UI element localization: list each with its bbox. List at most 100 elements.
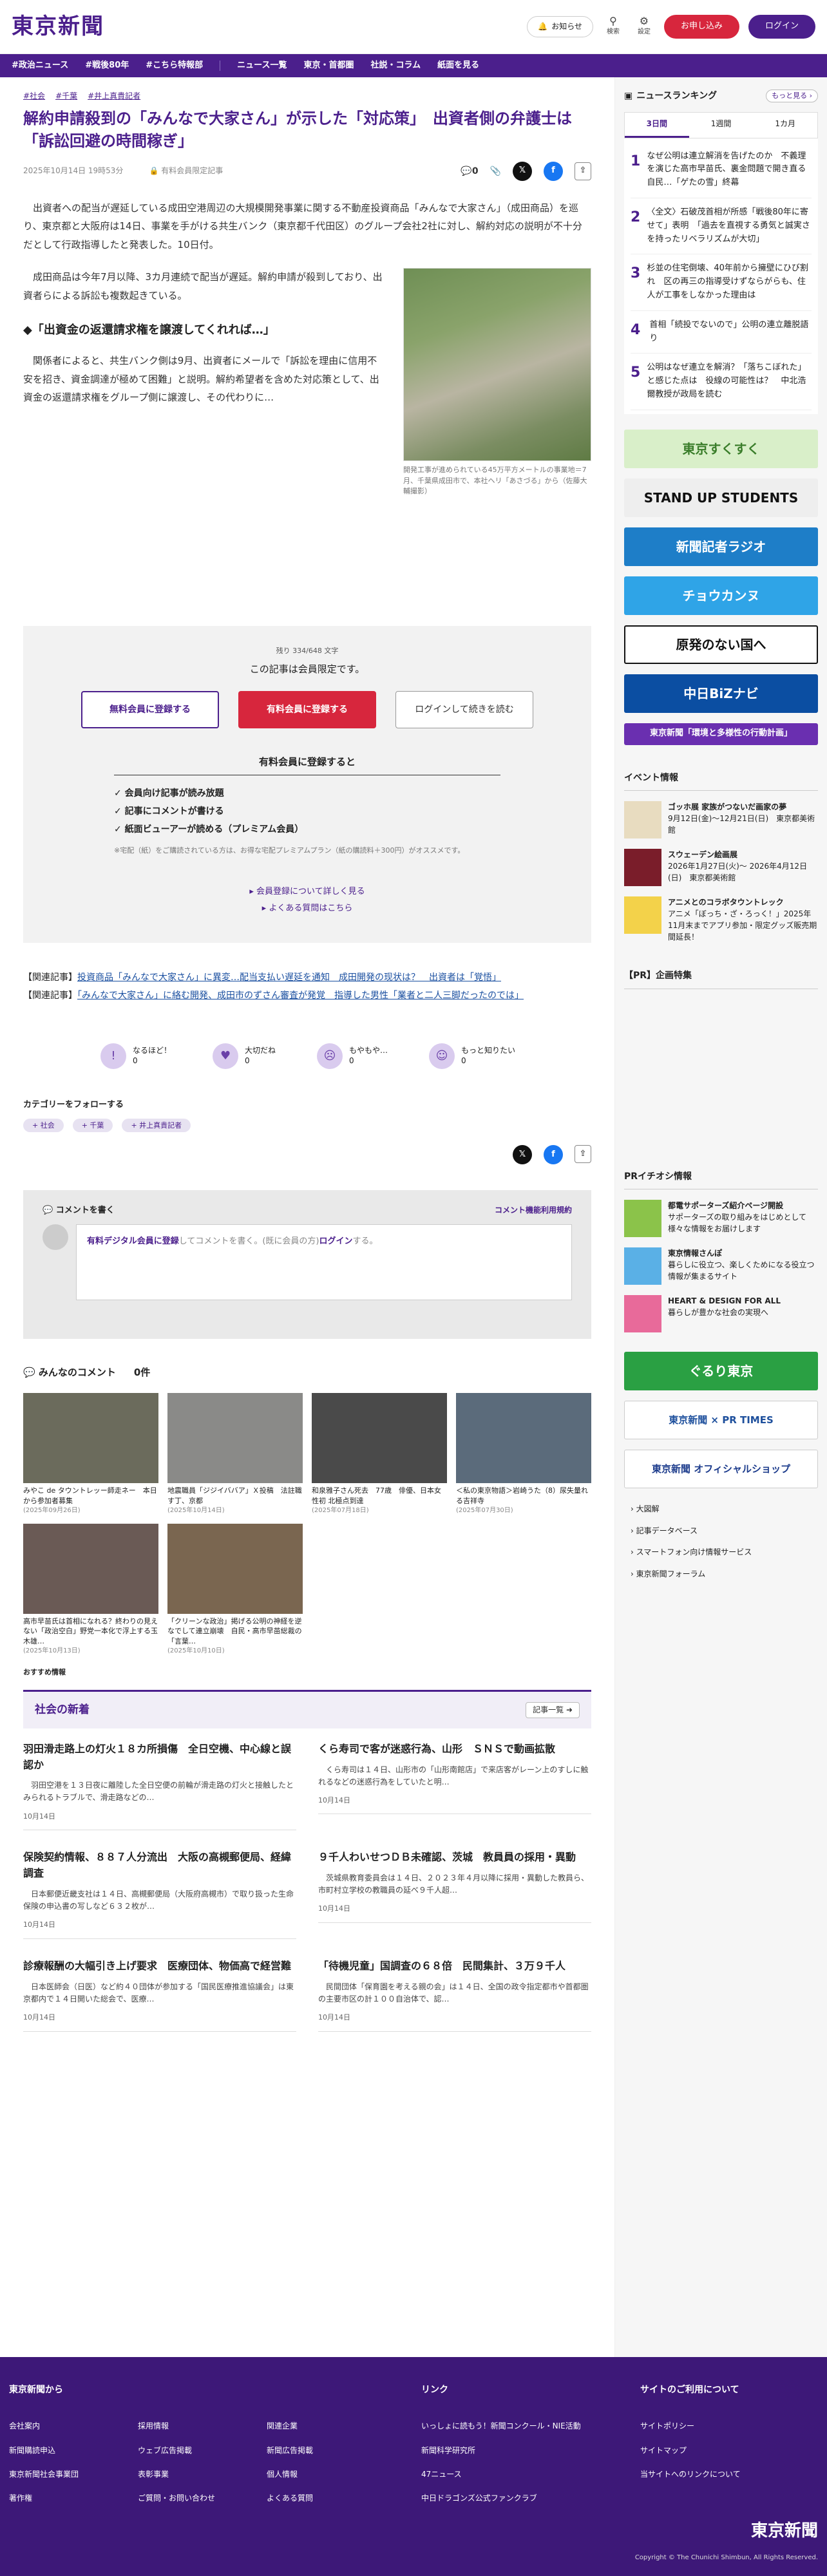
footer-link[interactable]: ウェブ広告掲載 — [138, 2445, 228, 2457]
news-more-button[interactable]: 記事一覧 ➜ — [526, 1701, 580, 1718]
footer-link[interactable]: 個人情報 — [267, 2468, 357, 2481]
nav-item[interactable]: #こちら特報部 — [146, 59, 203, 73]
banner-sukusuku[interactable]: 東京すくすく — [624, 429, 818, 468]
footer-logo[interactable]: 東京新聞 — [751, 2518, 818, 2545]
footer-link[interactable]: サイトポリシー — [640, 2420, 741, 2432]
ranking-item[interactable]: 2 〈全文〉石破茂首相が所感「戦後80年に寄せて」表明 「過去を直視する勇気と誠実… — [631, 198, 812, 255]
reaction-button[interactable]: ♥ 大切だね 0 — [213, 1043, 276, 1069]
sidebar-link[interactable]: › 東京新聞フォーラム — [631, 1564, 818, 1586]
tab-1week[interactable]: 1週間 — [689, 113, 754, 137]
tab-1month[interactable]: 1カ月 — [753, 113, 817, 137]
recommended-item[interactable]: 和泉雅子さん死去 77歳 俳優、日本女性初 北極点到達 (2025年07月18日) — [312, 1393, 447, 1516]
tag-link[interactable]: #千葉 — [55, 90, 77, 102]
banner-official-shop[interactable]: 東京新聞 オフィシャルショップ — [624, 1449, 818, 1488]
pr-item[interactable]: 都電サポーターズ紹介ページ開設 サポーターズの取り組みをはじめとして様々な情報をお… — [624, 1199, 818, 1237]
event-item[interactable]: アニメとのコラボタウントレック アニメ「ぼっち・ざ・ろっく！」2025年11月末ま… — [624, 896, 818, 943]
share-icon[interactable]: ⇪ — [575, 1145, 591, 1164]
x-share-icon[interactable]: 𝕏 — [513, 1145, 532, 1165]
aerial-photo[interactable] — [403, 268, 591, 462]
comment-input[interactable]: 有料デジタル会員に登録してコメントを書く。(既に会員の方)ログインする。 — [76, 1224, 572, 1301]
ranking-item[interactable]: 4 首相「続投でないので」公明の連立離脱語り — [631, 311, 812, 354]
banner-chokanu[interactable]: チョウカンヌ — [624, 576, 818, 615]
settings-button[interactable]: ⚙ 設定 — [633, 15, 655, 37]
tab-3days[interactable]: 3日間 — [625, 113, 689, 138]
footer-link[interactable]: 会社案内 — [9, 2420, 99, 2432]
login-button[interactable]: ログイン — [748, 15, 815, 39]
ranking-more-link[interactable]: もっと見る › — [766, 90, 818, 102]
banner-no-nuclear[interactable]: 原発のない国へ — [624, 625, 818, 664]
recommended-item[interactable]: みやこ de タウントレッー師走ネー 本日から参加者募集 (2025年09月26日… — [23, 1393, 158, 1516]
nav-item[interactable]: #戦後80年 — [85, 59, 129, 73]
footer-link[interactable]: 東京新聞社会事業団 — [9, 2468, 99, 2481]
search-button[interactable]: ⚲ 検索 — [602, 15, 624, 37]
pr-item[interactable]: 東京情報さんぽ 暮らしに役立つ、楽しくためになる役立つ情報が集まるサイト — [624, 1247, 818, 1285]
nav-item[interactable]: 紙面を見る — [437, 59, 479, 73]
site-logo[interactable]: 東京新聞 — [12, 9, 104, 44]
footer-link[interactable]: 著作権 — [9, 2492, 99, 2505]
footer-link[interactable]: 47ニュース — [421, 2468, 627, 2481]
follow-chip[interactable]: + 千葉 — [72, 1118, 113, 1133]
footer-link[interactable]: サイトマップ — [640, 2445, 741, 2457]
apply-button[interactable]: お申し込み — [663, 15, 739, 39]
share-icon[interactable]: ⇪ — [575, 162, 591, 180]
nav-item[interactable]: #政治ニュース — [12, 59, 68, 73]
banner-radio[interactable]: 新聞記者ラジオ — [624, 527, 818, 566]
sidebar-link[interactable]: › 大図解 — [631, 1499, 818, 1520]
paid-register-button[interactable]: 有料会員に登録する — [238, 691, 376, 729]
news-item[interactable]: 羽田滑走路上の灯火１８カ所損傷 全日空機、中心線と誤認か 羽田空港を１３日夜に離… — [23, 1741, 296, 1831]
facebook-share-icon[interactable]: f — [544, 1145, 563, 1165]
comment-terms-link[interactable]: コメント機能利用規約 — [495, 1204, 572, 1218]
ranking-item[interactable]: 1 なぜ公明は連立解消を告げたのか 不義理を演じた高市早苗氏、裏金問題で開き直る自… — [631, 142, 812, 198]
recommended-item[interactable]: 「クリーンな政治」掲げる公明の神経を逆なでして連立崩壊 自民・高市早苗総裁の「言… — [167, 1523, 303, 1656]
footer-link[interactable]: 採用情報 — [138, 2420, 228, 2432]
membership-details-link[interactable]: ▸ 会員登録について詳しく見る — [81, 884, 533, 900]
faq-link[interactable]: ▸ よくある質問はこちら — [81, 900, 533, 917]
clip-icon[interactable]: 📎 — [490, 162, 501, 181]
facebook-share-icon[interactable]: f — [544, 161, 563, 181]
recommended-item[interactable]: 高市早苗氏は首相になれる？終わりの見えない「政治空白」野党一本化で浮上する玉木雄… — [23, 1523, 158, 1656]
event-item[interactable]: スウェーデン絵画展 2026年1月27日(火)〜 2026年4月12日(日) 東京… — [624, 849, 818, 887]
notice-button[interactable]: 🔔 お知らせ — [527, 15, 593, 38]
sidebar-link[interactable]: › 記事データベース — [631, 1520, 818, 1542]
related-link[interactable]: 投資商品「みんなで大家さん」に異変…配当支払い遅延を通知 成田開発の现状は？ 出… — [77, 972, 501, 983]
x-share-icon[interactable]: 𝕏 — [513, 161, 532, 181]
footer-link[interactable]: 当サイトへのリンクについて — [640, 2468, 741, 2481]
nav-item[interactable]: 東京・首都圏 — [304, 59, 354, 73]
news-item[interactable]: 「待機児童」国調査の６８倍 民間集計、３万９千人 民間団体「保育園を考える親の会… — [318, 1958, 591, 2032]
recommended-item[interactable]: ＜私の東京物語＞岩崎うた（8）尿失量れる吉祥寺 (2025年07月30日) — [456, 1393, 591, 1516]
ranking-item[interactable]: 3 杉並の住宅倒壊、40年前から擁壁にひび割れ 区の再三の指導受けずならがらも、住… — [631, 254, 812, 311]
sidebar-link[interactable]: › スマートフォン向け情報サービス — [631, 1542, 818, 1564]
news-item[interactable]: 保険契約情報、８８７人分流出 大阪の高槻郵便局、経緯調査 日本郵便近畿支社は１４… — [23, 1850, 296, 1939]
news-item[interactable]: 診療報酬の大幅引き上げ要求 医療団体、物価高で経営難 日本医師会（日医）など約４… — [23, 1958, 296, 2032]
tag-link[interactable]: #井上真貴記者 — [88, 90, 140, 102]
event-item[interactable]: ゴッホ展 家族がつないだ画家の夢 9月12日(金)〜12月21日(日) 東京都美術… — [624, 801, 818, 839]
reaction-button[interactable]: ! なるほど！ 0 — [100, 1043, 171, 1069]
follow-chip[interactable]: + 社会 — [23, 1118, 64, 1133]
banner-biz-navi[interactable]: 中日BiZナビ — [624, 674, 818, 713]
login-continue-button[interactable]: ログインして続きを読む — [395, 691, 533, 729]
footer-link[interactable]: 新聞科学研究所 — [421, 2445, 627, 2457]
free-register-button[interactable]: 無料会員に登録する — [81, 691, 220, 729]
nav-item[interactable]: 社説・コラム — [371, 59, 421, 73]
nav-item[interactable]: ニュース一覧 — [237, 59, 287, 73]
footer-link[interactable]: 表彰事業 — [138, 2468, 228, 2481]
footer-link[interactable]: 関連企業 — [267, 2420, 357, 2432]
tag-link[interactable]: #社会 — [23, 90, 45, 102]
banner-action-plan[interactable]: 東京新聞「環境と多様性の行動計画」 — [624, 723, 818, 745]
footer-link[interactable]: 新聞広告掲載 — [267, 2445, 357, 2457]
reaction-button[interactable]: ☹ もやもや… 0 — [317, 1043, 388, 1069]
footer-link[interactable]: 新聞購読申込 — [9, 2445, 99, 2457]
follow-chip[interactable]: + 井上真貴記者 — [122, 1118, 191, 1133]
reaction-button[interactable]: ☺ もっと知りたい 0 — [429, 1043, 515, 1069]
banner-pr-times[interactable]: 東京新聞 × PR TIMES — [624, 1400, 818, 1439]
footer-link[interactable]: 中日ドラゴンズ公式ファンクラブ — [421, 2492, 627, 2505]
banner-stand-up-students[interactable]: STAND UP STUDENTS — [624, 478, 818, 517]
footer-link[interactable]: ご質問・お問い合わせ — [138, 2492, 228, 2505]
news-item[interactable]: くら寿司で客が迷惑行為、山形 ＳＮＳで動画拡散 くら寿司は１４日、山形市の「山形… — [318, 1741, 591, 1831]
related-link[interactable]: 「みんなで大家さん」に絡む開発、成田市のずさん審査が発覚 指導した男性「業者と二… — [77, 990, 524, 1001]
ranking-item[interactable]: 5 公明はなぜ連立を解消？「落ちこぼれた」と感じた点は 役線の可能性は？ 中北浩爾… — [631, 354, 812, 410]
news-item[interactable]: ９千人わいせつＤＢ未確認、茨城 教員員の採用・異動 茨城県教育委員会は１４日、２… — [318, 1850, 591, 1939]
footer-link[interactable]: いっしょに読もう！新聞コンクール・NIE活動 — [421, 2420, 627, 2432]
footer-link[interactable]: よくある質問 — [267, 2492, 357, 2505]
comment-count-button[interactable]: 💬 0 — [461, 162, 478, 181]
